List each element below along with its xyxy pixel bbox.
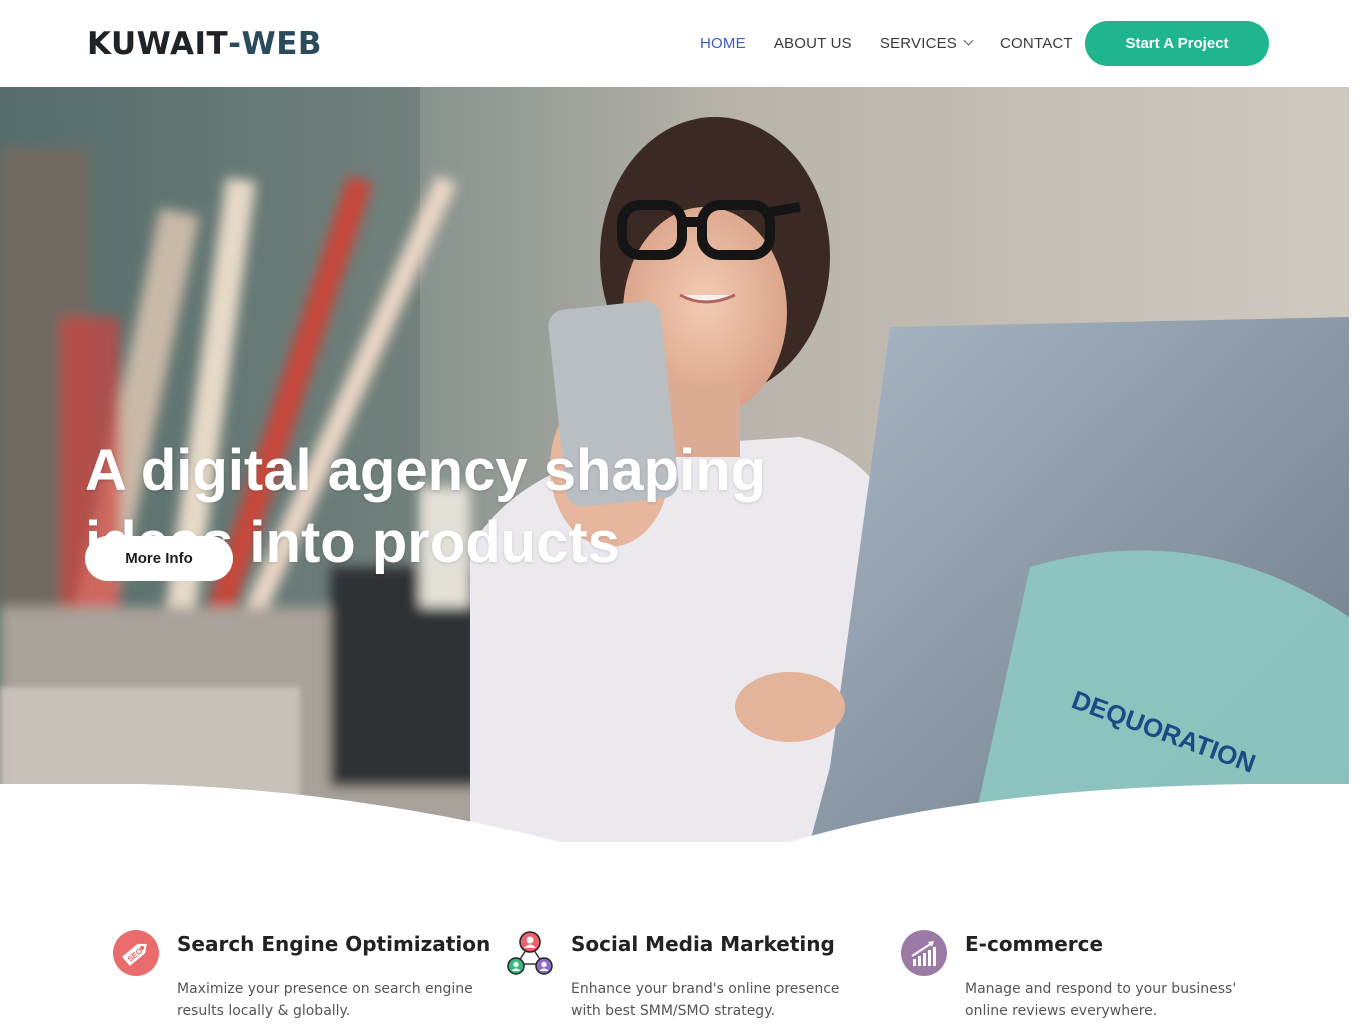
wave-divider [0, 784, 1349, 842]
main-nav: HOME ABOUT US SERVICES CONTACT [700, 0, 1101, 87]
seo-tag-icon: SEO [113, 930, 159, 976]
more-info-button[interactable]: More Info [85, 536, 233, 581]
site-header: KUWAIT - WEB HOME ABOUT US SERVICES CONTAC… [0, 0, 1349, 87]
nav-services-label: SERVICES [879, 35, 958, 52]
nav-home[interactable]: HOME [700, 35, 746, 52]
service-description: Maximize your presence on search engine … [177, 981, 473, 1019]
hero-banner: DEQUORATION A digital agency shaping ide… [0, 87, 1349, 842]
hero-headline-line1: A digital agency shaping [85, 438, 767, 503]
site-logo[interactable]: KUWAIT - WEB [87, 27, 322, 61]
start-project-button[interactable]: Start A Project [1085, 21, 1269, 66]
services-section: SEO Search Engine Optimization Maximize … [0, 842, 1349, 1031]
service-description: Enhance your brand's online presence wit… [571, 981, 840, 1019]
logo-text-part2: WEB [241, 26, 322, 62]
nav-contact[interactable]: CONTACT [1000, 35, 1073, 52]
service-title: E-commerce [965, 932, 1104, 956]
chevron-down-icon [963, 35, 974, 46]
service-description: Manage and respond to your business' onl… [965, 981, 1237, 1019]
growth-chart-icon [901, 930, 947, 976]
logo-text-part1: KUWAIT [87, 26, 229, 62]
social-network-icon [507, 931, 553, 975]
service-title: Search Engine Optimization [177, 932, 491, 956]
logo-text-dash: - [228, 26, 242, 62]
nav-services[interactable]: SERVICES [879, 35, 974, 52]
nav-about-us[interactable]: ABOUT US [774, 35, 852, 52]
service-title: Social Media Marketing [571, 932, 835, 956]
